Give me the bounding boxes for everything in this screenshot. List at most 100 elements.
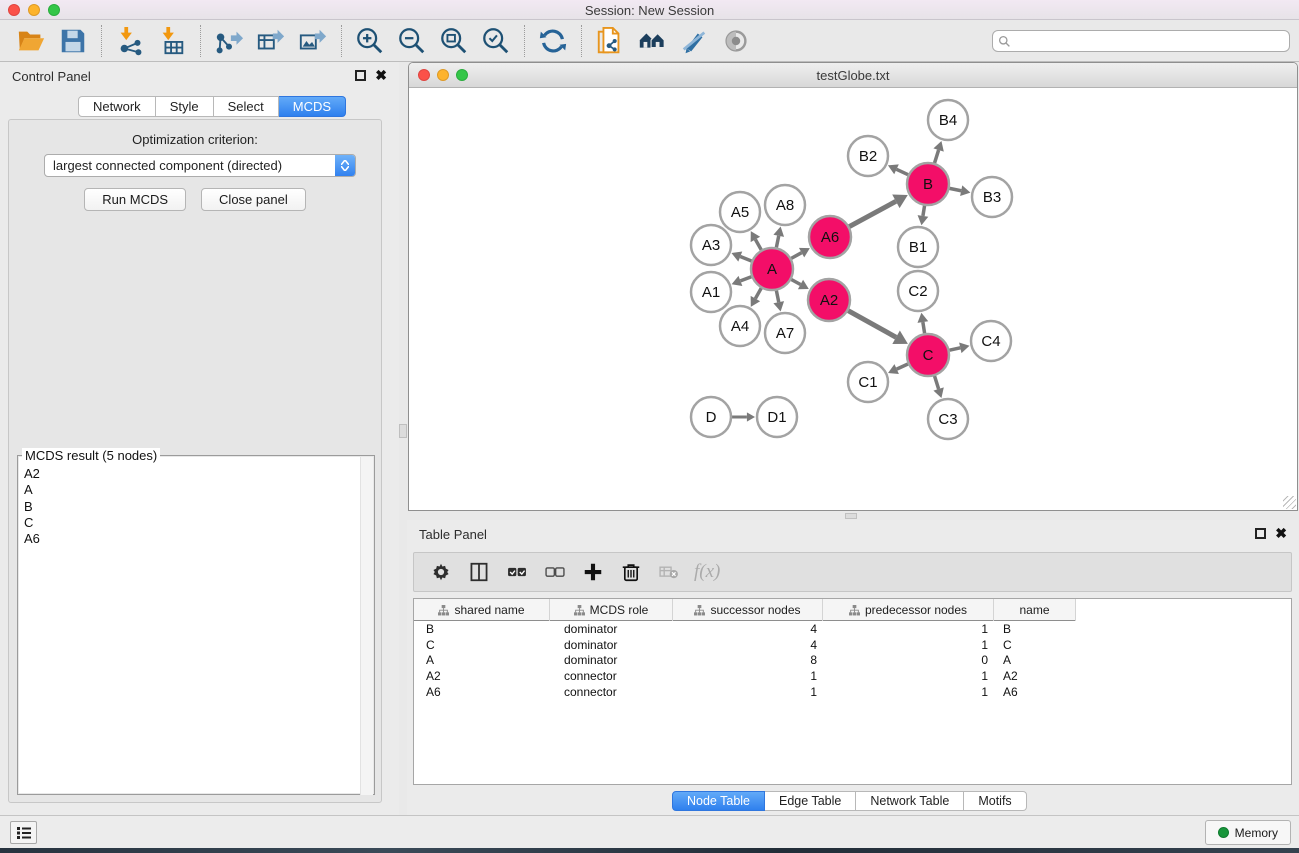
function-builder-button[interactable]: f(x) — [690, 561, 720, 583]
table-panel-title: Table Panel — [419, 527, 487, 542]
run-mcds-button[interactable]: Run MCDS — [84, 188, 186, 211]
edge-A-A6[interactable] — [791, 253, 801, 259]
splitter-handle[interactable] — [399, 424, 407, 438]
dropdown-value: largest connected component (directed) — [45, 158, 335, 173]
edge-A-A2[interactable] — [791, 280, 800, 285]
result-item: A — [24, 482, 40, 498]
search-icon — [998, 35, 1011, 48]
export-table-button[interactable] — [250, 23, 292, 59]
table-row[interactable]: Cdominator41C — [414, 637, 1076, 653]
table-cell: C — [994, 638, 1076, 652]
network-graph[interactable]: B4B2BB3B1A5A8A3A6AA1A4A7A2C2CC4C1C3DD1 — [409, 88, 1297, 510]
export-table-icon — [256, 26, 286, 56]
export-network-button[interactable] — [208, 23, 250, 59]
apply-layout-button[interactable] — [532, 23, 574, 59]
open-session-button[interactable] — [10, 23, 52, 59]
network-from-document-button[interactable] — [589, 23, 631, 59]
table-cell: A — [994, 653, 1076, 667]
zoom-out-button[interactable] — [391, 23, 433, 59]
horizontal-splitter[interactable] — [408, 511, 1299, 520]
node-label-D: D — [706, 409, 717, 426]
first-neighbors-button[interactable] — [631, 23, 673, 59]
column-selector-button[interactable] — [462, 556, 496, 588]
tab-mcds[interactable]: MCDS — [279, 96, 346, 117]
edge-A-A3[interactable] — [740, 257, 751, 261]
edge-A-A4[interactable] — [755, 288, 761, 298]
table-toolbar: f(x) — [413, 552, 1292, 592]
edge-C-C2[interactable] — [923, 322, 925, 333]
edge-A2-C[interactable] — [848, 311, 896, 338]
edge-C-C3[interactable] — [935, 376, 939, 389]
import-table-button[interactable] — [151, 23, 193, 59]
optimization-dropdown[interactable]: largest connected component (directed) — [44, 154, 356, 177]
zoom-selected-button[interactable] — [475, 23, 517, 59]
float-panel-icon[interactable] — [355, 70, 366, 81]
edge-A-A1[interactable] — [740, 277, 751, 281]
tab-select[interactable]: Select — [214, 96, 279, 117]
table-row[interactable]: A6connector11A6 — [414, 684, 1076, 700]
hide-annotations-button[interactable] — [673, 23, 715, 59]
splitter-thumb[interactable] — [845, 513, 857, 519]
close-panel-icon[interactable]: ✖ — [375, 68, 387, 83]
edge-C-C4[interactable] — [949, 348, 960, 350]
search-field[interactable] — [992, 30, 1290, 52]
edge-A-A8[interactable] — [776, 236, 778, 248]
delete-table-button[interactable] — [652, 556, 686, 588]
table-row[interactable]: A2connector11A2 — [414, 668, 1076, 684]
close-table-panel-icon[interactable]: ✖ — [1275, 526, 1287, 541]
vertical-splitter[interactable] — [399, 62, 407, 815]
memory-button[interactable]: Memory — [1205, 820, 1291, 845]
table-tab-node-table[interactable]: Node Table — [672, 791, 765, 811]
table-tab-network-table[interactable]: Network Table — [856, 791, 964, 811]
export-image-button[interactable] — [292, 23, 334, 59]
edge-B-B4[interactable] — [935, 150, 939, 163]
edge-arrowhead — [773, 301, 784, 311]
import-table-icon — [157, 26, 187, 56]
edge-A6-B[interactable] — [849, 201, 896, 226]
graphics-details-button[interactable] — [715, 23, 757, 59]
edge-A-A5[interactable] — [755, 239, 761, 249]
edge-A-A7[interactable] — [776, 291, 778, 303]
table-tab-motifs[interactable]: Motifs — [964, 791, 1026, 811]
search-input[interactable] — [1011, 34, 1284, 48]
edge-C-C1[interactable] — [897, 364, 908, 369]
save-floppy-icon — [58, 26, 88, 56]
select-all-rows-button[interactable] — [500, 556, 534, 588]
network-window-titlebar[interactable]: testGlobe.txt — [409, 63, 1297, 88]
save-session-button[interactable] — [52, 23, 94, 59]
column-header-shared-name[interactable]: shared name — [414, 599, 550, 621]
deselect-all-rows-button[interactable] — [538, 556, 572, 588]
float-table-panel-icon[interactable] — [1255, 528, 1266, 539]
node-label-A5: A5 — [731, 204, 749, 221]
node-table[interactable]: shared nameMCDS rolesuccessor nodesprede… — [413, 598, 1292, 785]
result-item: A6 — [24, 531, 40, 547]
column-header-name[interactable]: name — [994, 599, 1076, 621]
delete-columns-button[interactable] — [614, 556, 648, 588]
table-row[interactable]: Bdominator41B — [414, 621, 1076, 637]
edge-B-B1[interactable] — [923, 206, 925, 216]
column-header-MCDS-role[interactable]: MCDS role — [550, 599, 673, 621]
column-header-successor-nodes[interactable]: successor nodes — [673, 599, 823, 621]
zoom-in-button[interactable] — [349, 23, 391, 59]
resize-grip[interactable] — [1283, 496, 1296, 509]
table-cell: A6 — [414, 685, 550, 699]
tab-network[interactable]: Network — [78, 96, 156, 117]
zoom-fit-button[interactable] — [433, 23, 475, 59]
edge-B-B3[interactable] — [950, 188, 962, 190]
result-scrollbar[interactable] — [360, 457, 373, 795]
column-settings-button[interactable] — [424, 556, 458, 588]
edge-B-B2[interactable] — [896, 169, 908, 174]
mcds-result-list: A2ABCA6 — [24, 466, 40, 547]
toolbar-separator — [524, 25, 525, 57]
node-label-A2: A2 — [820, 292, 838, 309]
add-column-button[interactable] — [576, 556, 610, 588]
column-header-predecessor-nodes[interactable]: predecessor nodes — [823, 599, 994, 621]
close-panel-button[interactable]: Close panel — [201, 188, 306, 211]
control-panel-tabs: NetworkStyleSelectMCDS — [78, 96, 346, 117]
task-history-button[interactable] — [10, 821, 37, 844]
table-row[interactable]: Adominator80A — [414, 652, 1076, 668]
tab-style[interactable]: Style — [156, 96, 214, 117]
import-network-button[interactable] — [109, 23, 151, 59]
table-tab-edge-table[interactable]: Edge Table — [765, 791, 856, 811]
network-canvas[interactable]: B4B2BB3B1A5A8A3A6AA1A4A7A2C2CC4C1C3DD1 — [409, 88, 1297, 510]
